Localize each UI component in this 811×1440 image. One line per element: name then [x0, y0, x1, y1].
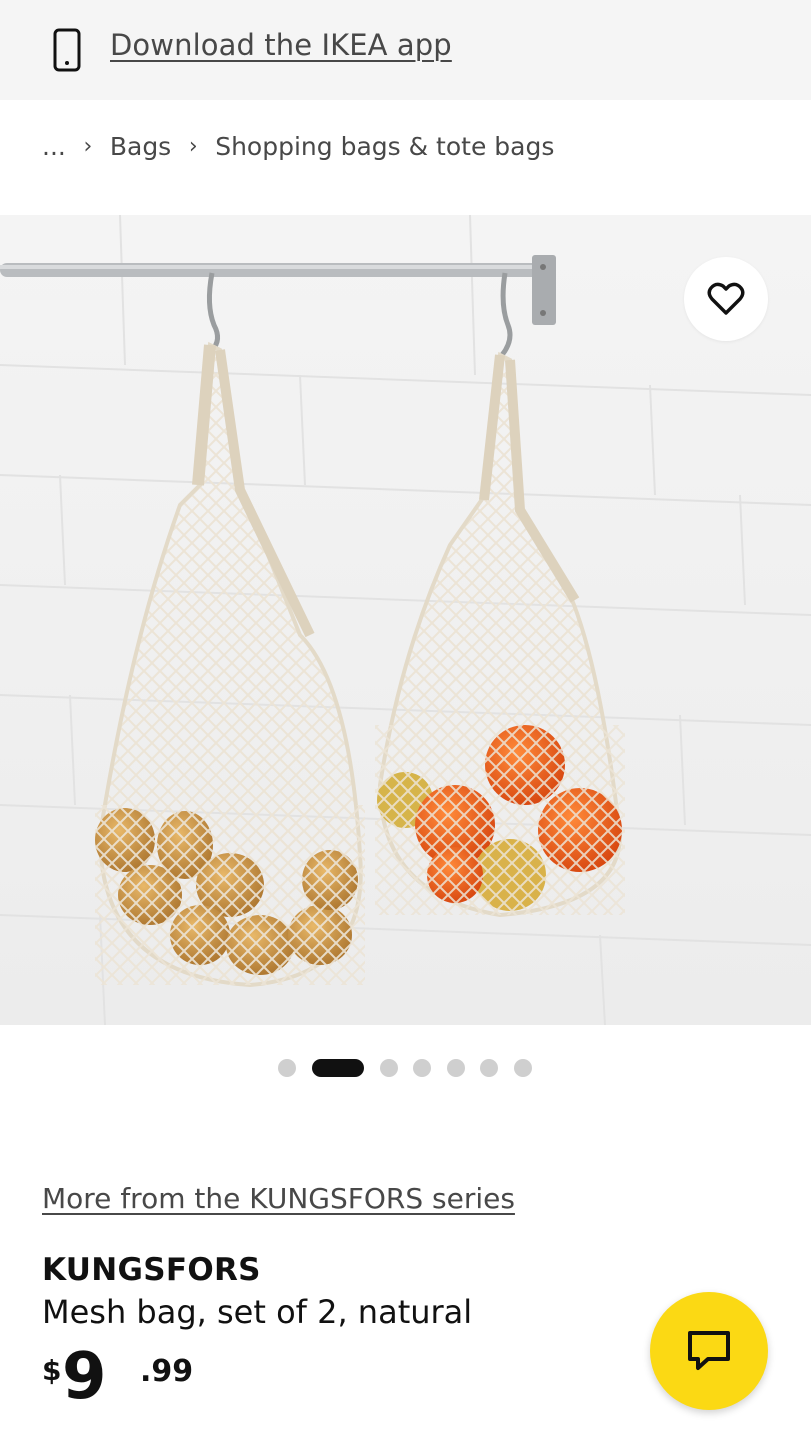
carousel-dot[interactable]	[278, 1059, 296, 1077]
carousel-dot[interactable]	[514, 1059, 532, 1077]
chat-bubble-icon	[688, 1331, 730, 1370]
carousel-dot[interactable]	[447, 1059, 465, 1077]
carousel-dot[interactable]	[380, 1059, 398, 1077]
carousel-dot[interactable]	[413, 1059, 431, 1077]
product-description: Mesh bag, set of 2, natural	[42, 1293, 473, 1331]
breadcrumb-item-bags[interactable]: Bags	[110, 132, 171, 161]
product-image-gallery[interactable]	[0, 215, 811, 1025]
carousel-dot-active[interactable]	[312, 1059, 364, 1077]
carousel-dot[interactable]	[480, 1059, 498, 1077]
add-to-favorites-button[interactable]	[684, 257, 768, 341]
breadcrumb: ... › Bags › Shopping bags & tote bags	[42, 128, 554, 164]
chevron-right-icon: ›	[83, 133, 93, 159]
chat-button[interactable]	[650, 1292, 768, 1410]
carousel-pagination	[0, 1059, 811, 1077]
app-download-banner[interactable]: Download the IKEA app	[0, 0, 811, 100]
breadcrumb-item-shopping-bags[interactable]: Shopping bags & tote bags	[215, 132, 554, 161]
price-decimal: .99	[140, 1354, 194, 1389]
heart-icon	[707, 282, 745, 315]
chevron-right-icon: ›	[188, 133, 198, 159]
series-link[interactable]: More from the KUNGSFORS series	[42, 1182, 515, 1215]
product-image	[0, 215, 811, 1025]
price-currency: $	[42, 1354, 62, 1387]
smartphone-icon	[53, 28, 81, 72]
price-integer: 9	[62, 1340, 107, 1414]
download-app-link[interactable]: Download the IKEA app	[110, 28, 452, 62]
product-name: KUNGSFORS	[42, 1252, 261, 1288]
breadcrumb-item-ellipsis[interactable]: ...	[42, 132, 66, 161]
